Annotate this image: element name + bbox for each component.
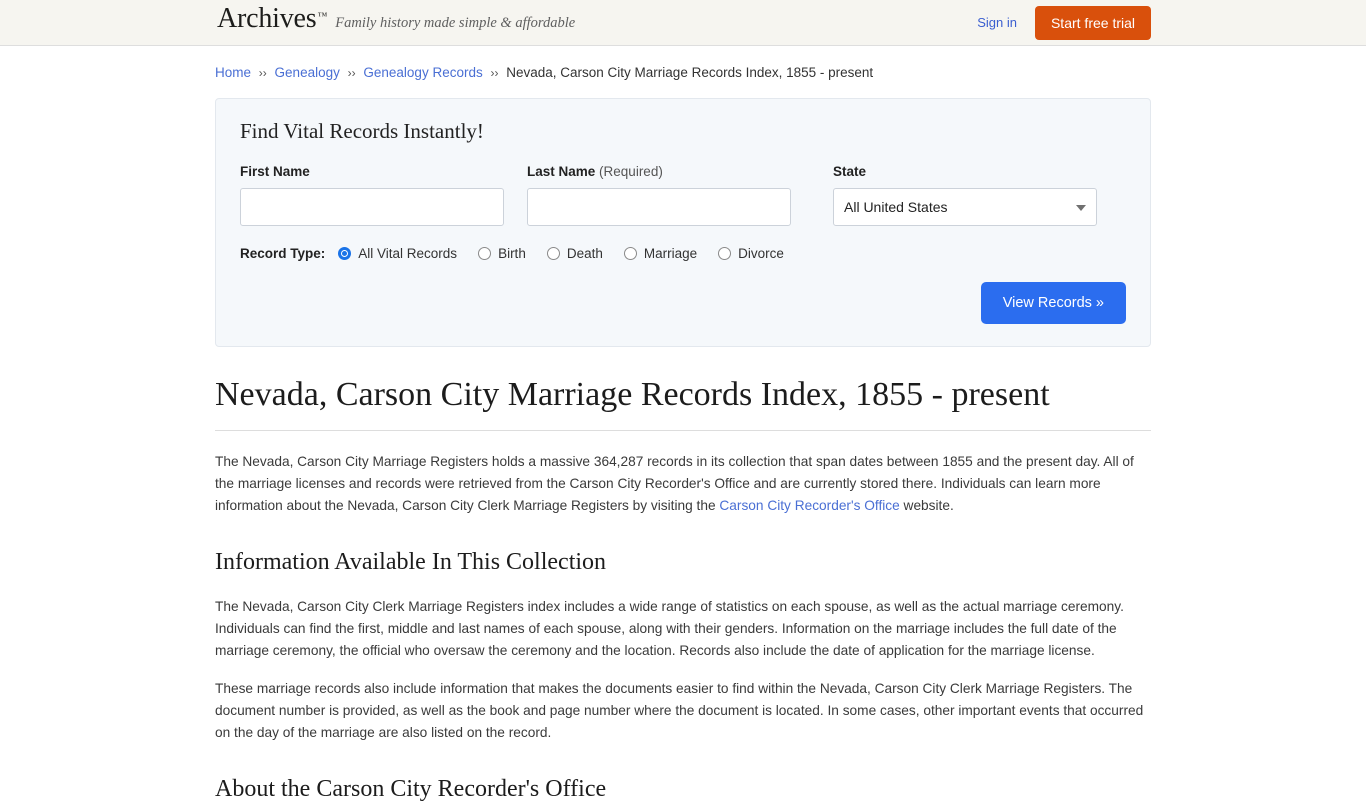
- state-field-group: State All United States: [833, 164, 1097, 226]
- site-tagline: Family history made simple & affordable: [335, 15, 575, 32]
- page-container: Home ›› Genealogy ›› Genealogy Records ›…: [215, 46, 1151, 803]
- radio-icon-unselected[interactable]: [547, 247, 560, 260]
- breadcrumb-separator: ››: [490, 66, 498, 80]
- search-fields-row: First Name Last Name (Required) State Al…: [240, 164, 1126, 226]
- state-select[interactable]: All United States: [833, 188, 1097, 226]
- breadcrumb-separator: ››: [348, 66, 356, 80]
- radio-label-birth: Birth: [498, 246, 526, 261]
- first-name-field-group: First Name: [240, 164, 504, 226]
- site-logo[interactable]: Archives™ Family history made simple & a…: [217, 5, 575, 33]
- last-name-label: Last Name (Required): [527, 164, 791, 179]
- intro-text-part-1: The Nevada, Carson City Marriage Registe…: [215, 454, 1134, 513]
- breadcrumb-item-genealogy[interactable]: Genealogy: [275, 65, 340, 80]
- radio-divorce[interactable]: Divorce: [718, 246, 784, 261]
- breadcrumb-separator: ››: [259, 66, 267, 80]
- site-header: Archives™ Family history made simple & a…: [0, 0, 1366, 46]
- state-select-value: All United States: [844, 199, 948, 215]
- breadcrumb-item-genealogy-records[interactable]: Genealogy Records: [363, 65, 482, 80]
- radio-marriage[interactable]: Marriage: [624, 246, 697, 261]
- breadcrumb: Home ›› Genealogy ›› Genealogy Records ›…: [215, 46, 1151, 83]
- last-name-field-group: Last Name (Required): [527, 164, 791, 226]
- sign-in-link[interactable]: Sign in: [977, 15, 1017, 30]
- header-actions: Sign in Start free trial: [977, 0, 1151, 45]
- radio-icon-unselected[interactable]: [478, 247, 491, 260]
- submit-row: View Records »: [240, 282, 1126, 324]
- state-label-text: State: [833, 164, 866, 179]
- start-free-trial-button[interactable]: Start free trial: [1035, 6, 1151, 40]
- last-name-input[interactable]: [527, 188, 791, 226]
- radio-icon-selected[interactable]: [338, 247, 351, 260]
- intro-paragraph: The Nevada, Carson City Marriage Registe…: [215, 451, 1151, 517]
- state-select-wrapper: All United States: [833, 188, 1097, 226]
- section-heading-about-recorders-office: About the Carson City Recorder's Office: [215, 776, 1151, 803]
- view-records-button[interactable]: View Records »: [981, 282, 1126, 324]
- record-type-label: Record Type:: [240, 246, 325, 261]
- page-title: Nevada, Carson City Marriage Records Ind…: [215, 375, 1151, 431]
- header-inner: Archives™ Family history made simple & a…: [215, 0, 1151, 45]
- last-name-required-note: (Required): [599, 164, 663, 179]
- search-panel-title: Find Vital Records Instantly!: [240, 119, 1126, 144]
- record-type-row: Record Type: All Vital Records Birth Dea…: [240, 246, 1126, 261]
- section1-paragraph-1: The Nevada, Carson City Clerk Marriage R…: [215, 596, 1151, 662]
- radio-label-death: Death: [567, 246, 603, 261]
- carson-city-recorders-office-link[interactable]: Carson City Recorder's Office: [719, 498, 899, 513]
- last-name-label-text: Last Name: [527, 164, 595, 179]
- radio-icon-unselected[interactable]: [624, 247, 637, 260]
- radio-birth[interactable]: Birth: [478, 246, 526, 261]
- radio-all-vital-records[interactable]: All Vital Records: [338, 246, 457, 261]
- vital-records-search-panel: Find Vital Records Instantly! First Name…: [215, 98, 1151, 347]
- radio-death[interactable]: Death: [547, 246, 603, 261]
- first-name-input[interactable]: [240, 188, 504, 226]
- breadcrumb-item-current: Nevada, Carson City Marriage Records Ind…: [506, 65, 873, 80]
- first-name-label-text: First Name: [240, 164, 310, 179]
- section1-paragraph-2: These marriage records also include info…: [215, 678, 1151, 744]
- radio-icon-unselected[interactable]: [718, 247, 731, 260]
- state-label: State: [833, 164, 1097, 179]
- first-name-label: First Name: [240, 164, 504, 179]
- trademark-icon: ™: [317, 11, 327, 22]
- radio-label-all-vital-records: All Vital Records: [358, 246, 457, 261]
- section-heading-information-available: Information Available In This Collection: [215, 549, 1151, 576]
- logo-wordmark: Archives: [217, 5, 316, 33]
- radio-label-divorce: Divorce: [738, 246, 784, 261]
- intro-text-part-2: website.: [900, 498, 954, 513]
- breadcrumb-item-home[interactable]: Home: [215, 65, 251, 80]
- radio-label-marriage: Marriage: [644, 246, 697, 261]
